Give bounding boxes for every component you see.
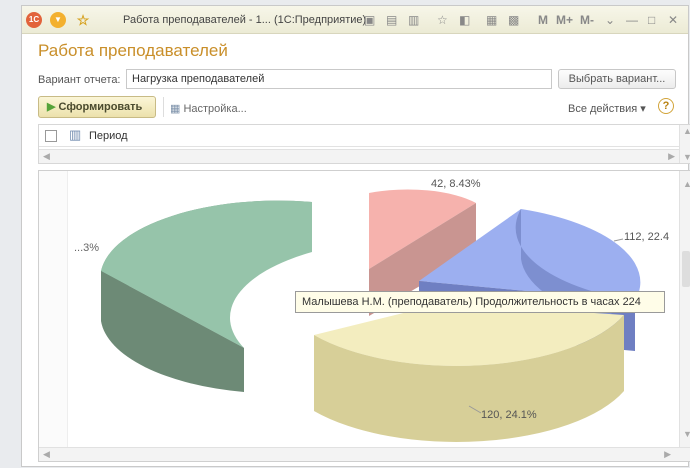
close-icon[interactable]: ✕ (668, 12, 678, 28)
scroll-up-icon[interactable]: ▲ (683, 126, 690, 136)
row-header-strip (39, 171, 68, 447)
variant-label: Вариант отчета: (38, 74, 121, 86)
scroll-up-icon[interactable]: ▲ (683, 179, 690, 189)
play-icon: ▶ (47, 101, 59, 113)
calendar-icon: ▥ (69, 127, 82, 142)
scroll-left-icon[interactable]: ◀ (43, 151, 50, 162)
chart-horizontal-scrollbar[interactable]: ◀ ▶ (39, 447, 690, 461)
select-variant-button[interactable]: Выбрать вариант... (558, 69, 676, 89)
title-bar: 1C ▼ ☆ Работа преподавателей - 1... (1С:… (22, 6, 688, 34)
calendar-icon[interactable]: ▩ (508, 12, 519, 28)
settings-horizontal-scrollbar[interactable]: ◀ ▶ (39, 149, 679, 163)
period-label: Период (89, 130, 128, 142)
pie-chart: ...3% 42, 8.43% 112, 22.4 120, 24.1% (74, 178, 669, 442)
row-divider (39, 146, 690, 147)
settings-vertical-scrollbar[interactable]: ▲ ▼ (679, 125, 690, 163)
calculator-icon[interactable]: ▦ (486, 12, 497, 28)
memory-button[interactable]: M (538, 12, 548, 28)
period-checkbox[interactable] (45, 130, 57, 142)
chevron-down-icon: ▾ (637, 103, 646, 115)
generate-button[interactable]: ▶ Сформировать (38, 96, 156, 118)
report-window: 1C ▼ ☆ Работа преподавателей - 1... (1С:… (21, 5, 690, 467)
scroll-down-icon[interactable]: ▼ (683, 429, 690, 439)
report-chart-area: ...3% 42, 8.43% 112, 22.4 120, 24.1% Мал… (38, 170, 690, 462)
memory-plus-button[interactable]: M+ (556, 12, 573, 28)
favorites-icon[interactable]: ☆ (437, 12, 448, 28)
app-logo-icon: 1C (26, 12, 42, 28)
minimize-icon[interactable]: — (626, 12, 638, 28)
favorite-star-icon[interactable]: ☆ (75, 12, 91, 28)
slice-leader-line (613, 238, 624, 242)
vertical-scroll-thumb[interactable] (682, 251, 690, 287)
maximize-icon[interactable]: □ (648, 12, 655, 28)
toolbar-divider (163, 97, 164, 117)
settings-button[interactable]: ▦ Настройка... (170, 102, 247, 115)
all-actions-menu[interactable]: Все действия ▾ (568, 102, 646, 115)
help-icon[interactable]: ? (658, 98, 674, 114)
note-icon[interactable]: ◧ (459, 12, 470, 28)
slice-label-3: 112, 22.4 (624, 231, 669, 243)
chart-vertical-scrollbar[interactable]: ▲ ▼ (679, 171, 690, 447)
scroll-down-icon[interactable]: ▼ (683, 152, 690, 162)
slice-label-2: 42, 8.43% (431, 178, 481, 190)
print-icon[interactable]: ▤ (386, 12, 397, 28)
scroll-right-icon[interactable]: ▶ (668, 151, 675, 162)
save-icon[interactable]: ▣ (364, 12, 375, 28)
slice-label-1: ...3% (74, 242, 99, 254)
scroll-right-icon[interactable]: ▶ (664, 449, 671, 460)
chevron-down-icon[interactable]: ⌄ (605, 12, 615, 28)
window-title: Работа преподавателей - 1... (1С:Предпри… (123, 14, 367, 26)
preview-icon[interactable]: ▥ (408, 12, 419, 28)
slice-label-4: 120, 24.1% (481, 409, 537, 421)
scroll-left-icon[interactable]: ◀ (43, 449, 50, 460)
memory-minus-button[interactable]: M- (580, 12, 594, 28)
menu-icon[interactable]: ▼ (50, 12, 66, 28)
variant-field[interactable]: Нагрузка преподавателей (126, 69, 552, 89)
page-title: Работа преподавателей (38, 41, 228, 60)
settings-panel: ▥ Период ◀ ▶ ▲ ▼ (38, 124, 690, 164)
settings-icon: ▦ (170, 103, 184, 115)
chart-tooltip: Малышева Н.М. (преподаватель) Продолжите… (295, 291, 665, 313)
